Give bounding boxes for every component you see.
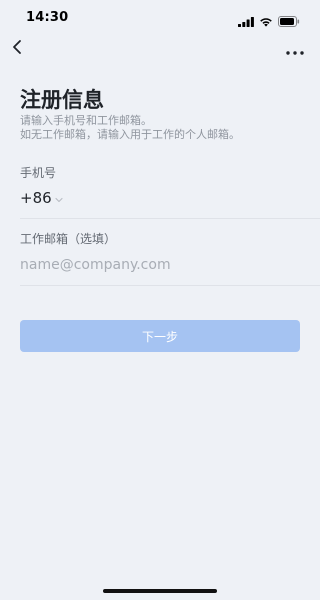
country-code-value: +86: [20, 189, 52, 207]
wifi-icon: [259, 12, 273, 31]
nav-bar: [0, 34, 320, 64]
phone-label: 手机号: [20, 166, 57, 180]
email-input[interactable]: [20, 254, 300, 276]
subtitle-line-2: 如无工作邮箱，请输入用于工作的个人邮箱。: [20, 128, 240, 141]
status-time: 14:30: [26, 10, 69, 25]
battery-icon: [278, 12, 300, 31]
next-button[interactable]: 下一步: [20, 320, 300, 352]
country-code-selector[interactable]: +86: [20, 189, 63, 207]
status-icons: [238, 12, 300, 31]
home-indicator: [103, 589, 217, 593]
chevron-down-icon: [55, 189, 63, 207]
phone-field[interactable]: +86: [20, 186, 320, 210]
page-subtitle: 请输入手机号和工作邮箱。 如无工作邮箱，请输入用于工作的个人邮箱。: [20, 114, 240, 142]
signal-icon: [238, 12, 254, 31]
subtitle-line-1: 请输入手机号和工作邮箱。: [20, 114, 152, 127]
back-button[interactable]: [4, 36, 30, 62]
status-bar: 14:30: [0, 0, 320, 34]
register-screen: 14:30 注册信息 请输入手机号和工作邮箱。 如无工作邮箱，请输入用于工作的个…: [0, 0, 320, 600]
email-label: 工作邮箱（选填）: [20, 232, 117, 246]
more-button[interactable]: [282, 36, 308, 62]
more-icon: [286, 40, 304, 59]
page-title: 注册信息: [20, 88, 104, 112]
email-divider: [20, 285, 320, 286]
phone-divider: [20, 218, 320, 219]
chevron-left-icon: [12, 39, 22, 59]
